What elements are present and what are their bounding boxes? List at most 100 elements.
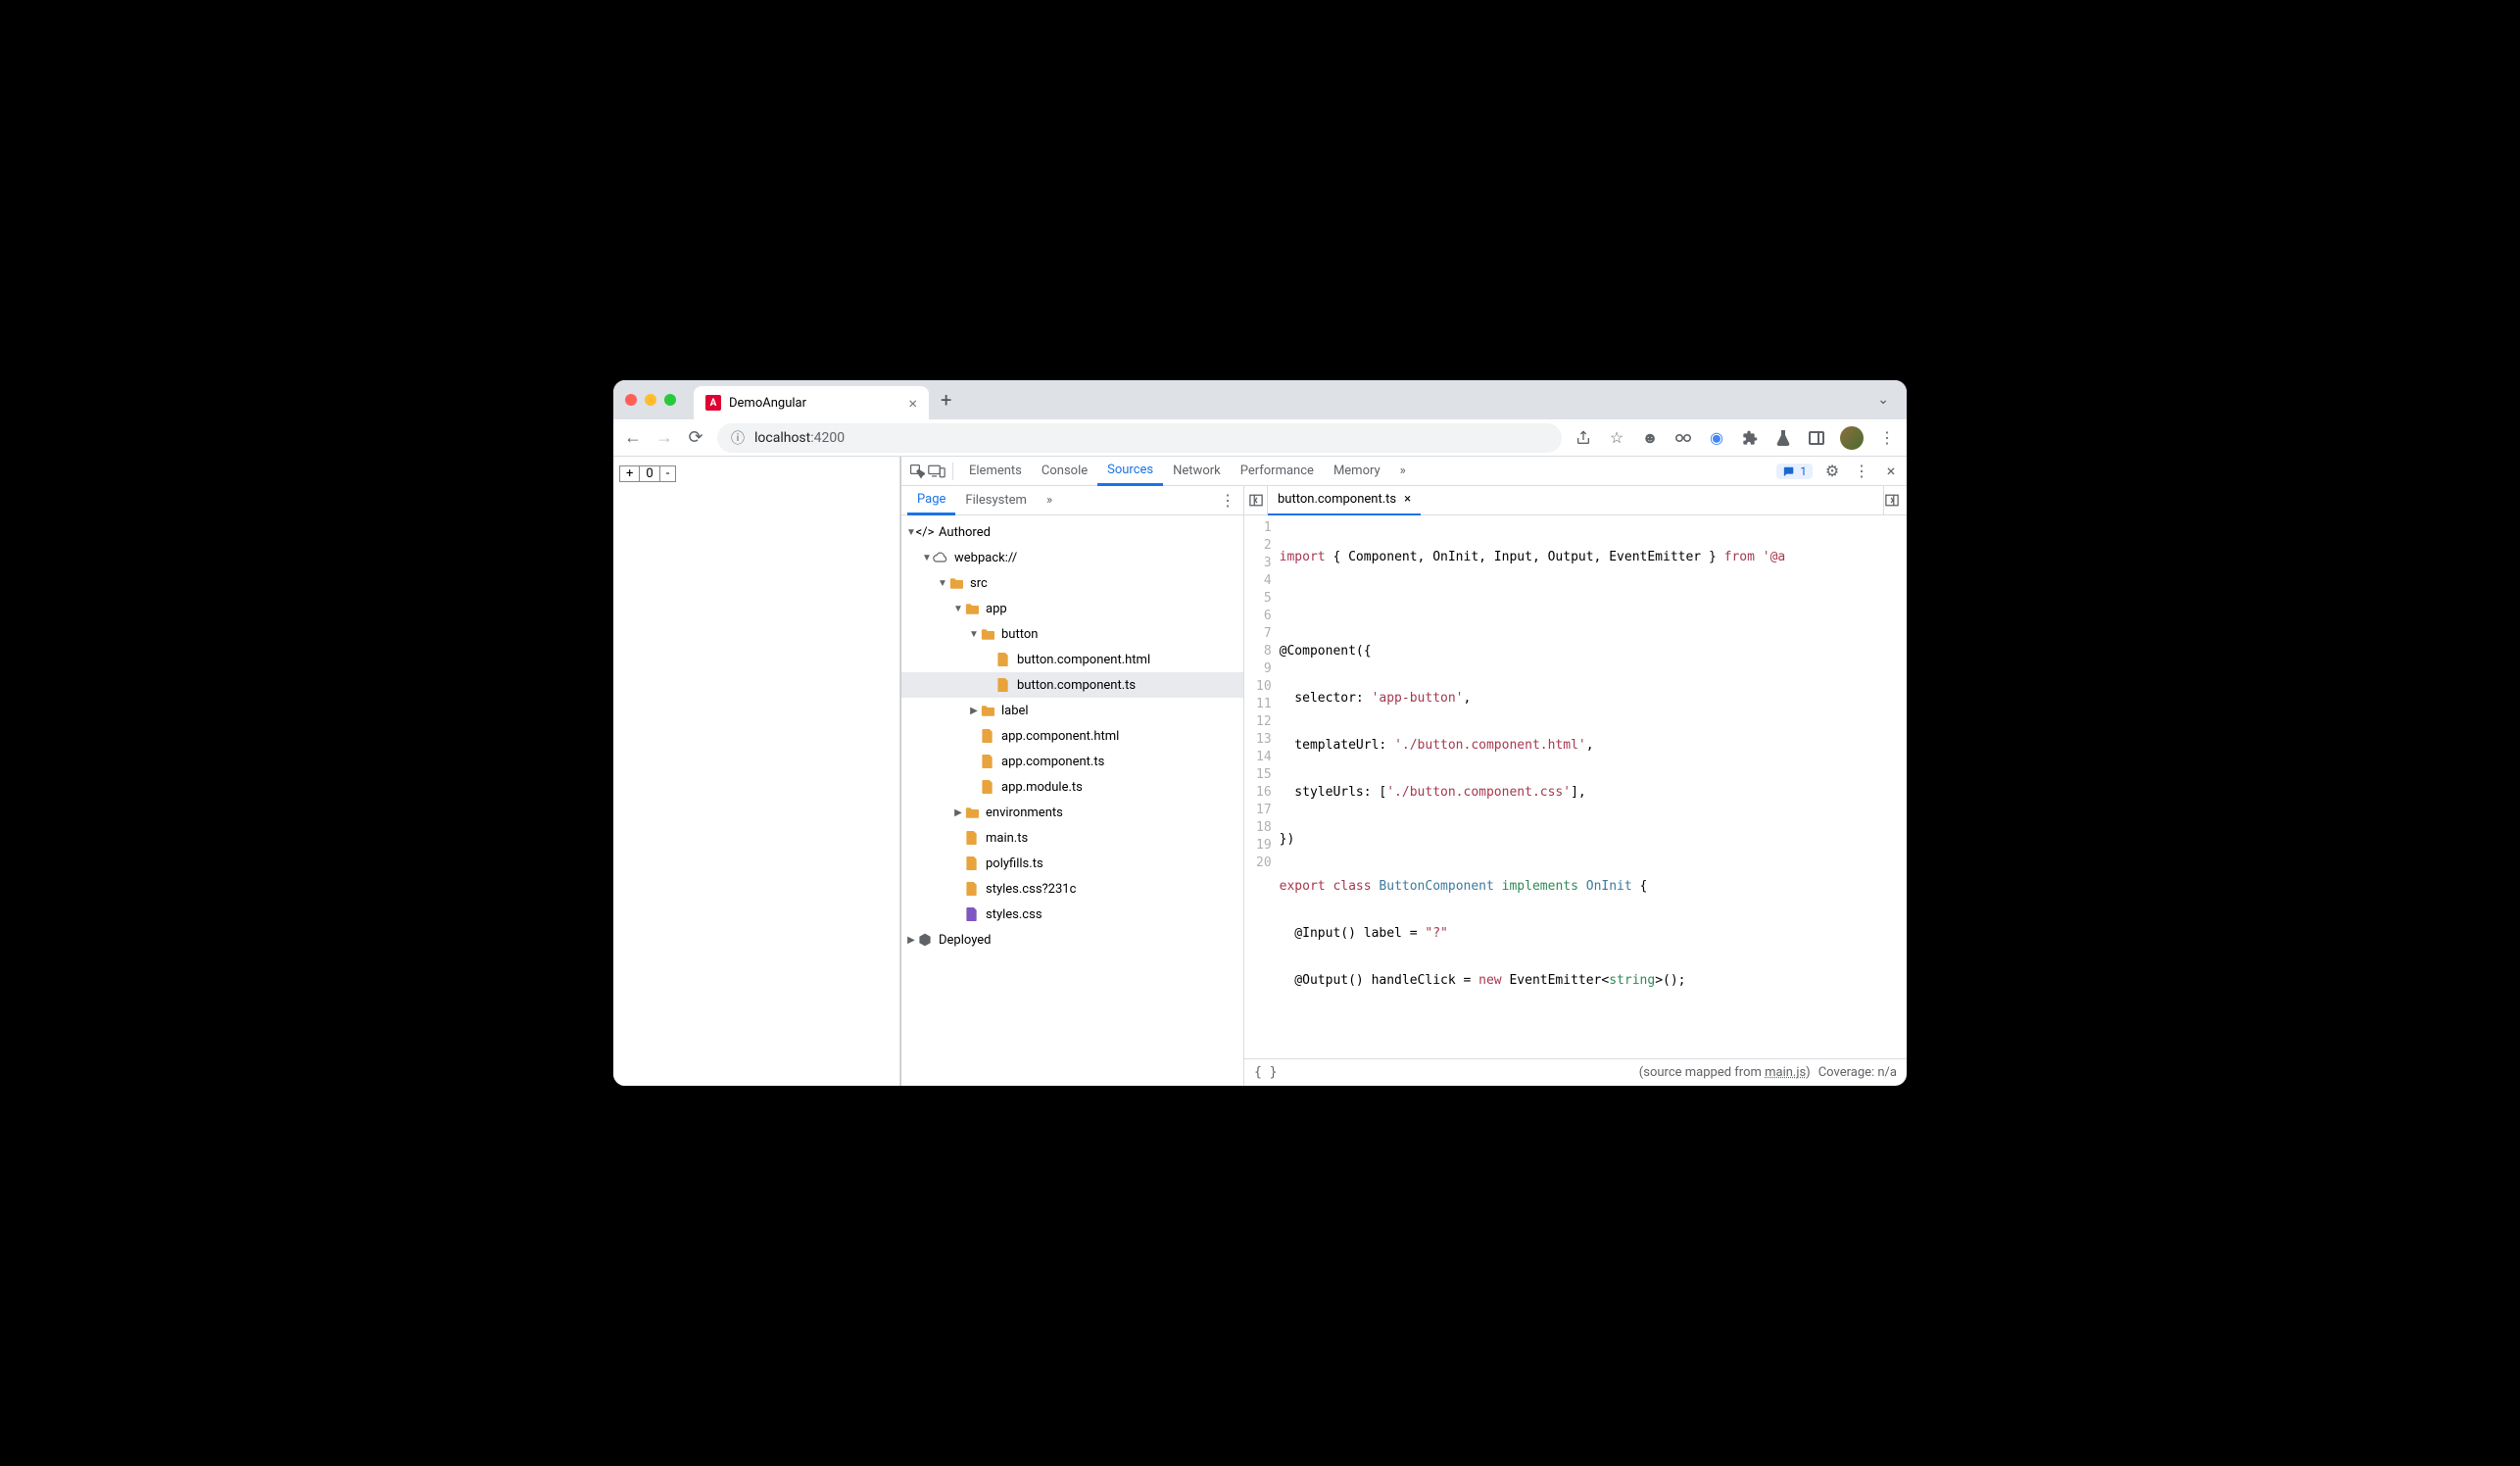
file-icon: [964, 906, 980, 922]
tree-environments[interactable]: ▶environments: [901, 800, 1243, 825]
close-window-button[interactable]: [625, 394, 637, 406]
maximize-window-button[interactable]: [664, 394, 676, 406]
close-editor-tab-icon[interactable]: ×: [1404, 492, 1411, 507]
tab-console[interactable]: Console: [1032, 457, 1097, 486]
file-icon: [980, 728, 995, 744]
close-devtools-icon[interactable]: ×: [1881, 462, 1901, 481]
angular-favicon: A: [705, 395, 721, 411]
extension-icon-1[interactable]: ☻: [1640, 428, 1660, 448]
navigator-tabs: Page Filesystem » ⋮: [901, 486, 1243, 515]
tab-network[interactable]: Network: [1163, 457, 1231, 486]
tree-main-ts[interactable]: main.ts: [901, 825, 1243, 851]
main-content: + 0 - Elements Console Sources Network P…: [613, 457, 1907, 1086]
tree-src[interactable]: ▼src: [901, 570, 1243, 596]
folder-icon: [964, 601, 980, 616]
tab-performance[interactable]: Performance: [1231, 457, 1324, 486]
browser-tab[interactable]: A DemoAngular ×: [694, 386, 929, 419]
tree-styles-q[interactable]: styles.css?231c: [901, 876, 1243, 902]
file-icon: [980, 754, 995, 769]
minimize-window-button[interactable]: [645, 394, 656, 406]
navigator-menu-icon[interactable]: ⋮: [1218, 491, 1237, 511]
editor-tab-active[interactable]: button.component.ts ×: [1268, 486, 1421, 515]
site-info-icon[interactable]: ⓘ: [731, 428, 745, 448]
tree-polyfills[interactable]: polyfills.ts: [901, 851, 1243, 876]
extension-icon-2[interactable]: [1673, 428, 1693, 448]
tree-button-html[interactable]: button.component.html: [901, 647, 1243, 672]
toggle-navigator-icon[interactable]: [1244, 486, 1268, 514]
issues-badge[interactable]: 1: [1776, 464, 1813, 479]
extensions-icon[interactable]: [1740, 428, 1760, 448]
counter-widget: + 0 -: [619, 465, 676, 482]
new-tab-button[interactable]: +: [941, 388, 951, 412]
reload-button[interactable]: ⟳: [686, 427, 705, 448]
tree-app[interactable]: ▼app: [901, 596, 1243, 621]
inspect-element-icon[interactable]: [907, 462, 927, 481]
sources-navigator: Page Filesystem » ⋮ ▼</>Authored ▼webpac…: [901, 486, 1244, 1086]
side-panel-icon[interactable]: [1807, 428, 1826, 448]
issues-count: 1: [1800, 464, 1807, 478]
folder-icon: [948, 575, 964, 591]
forward-button[interactable]: →: [654, 427, 674, 448]
tree-app-ts[interactable]: app.component.ts: [901, 749, 1243, 774]
toolbar: ← → ⟳ ⓘ localhost:4200 ☆ ☻ ◉ ⋮: [613, 419, 1907, 457]
toolbar-actions: ☆ ☻ ◉ ⋮: [1574, 426, 1897, 450]
tab-elements[interactable]: Elements: [959, 457, 1032, 486]
settings-icon[interactable]: ⚙: [1822, 462, 1842, 481]
share-icon[interactable]: [1574, 428, 1593, 448]
devtools-body: Page Filesystem » ⋮ ▼</>Authored ▼webpac…: [901, 486, 1907, 1086]
code-editor[interactable]: 1234567891011121314151617181920 import {…: [1244, 515, 1907, 1058]
devtools-tab-bar: Elements Console Sources Network Perform…: [901, 457, 1907, 486]
tree-app-module[interactable]: app.module.ts: [901, 774, 1243, 800]
file-icon: [964, 881, 980, 897]
url-host: localhost: [754, 430, 810, 446]
nav-tab-filesystem[interactable]: Filesystem: [955, 486, 1037, 515]
source-map-link[interactable]: main.js: [1765, 1065, 1806, 1080]
labs-icon[interactable]: [1773, 428, 1793, 448]
tab-more[interactable]: »: [1390, 457, 1416, 486]
extension-icon-3[interactable]: ◉: [1707, 428, 1726, 448]
minus-button[interactable]: -: [660, 466, 676, 481]
file-icon: [964, 855, 980, 871]
chrome-menu-icon[interactable]: ⋮: [1877, 428, 1897, 448]
profile-avatar[interactable]: [1840, 426, 1864, 450]
coverage-info: Coverage: n/a: [1818, 1065, 1897, 1080]
code-icon: </>: [917, 524, 933, 540]
devtools-panel: Elements Console Sources Network Perform…: [900, 457, 1907, 1086]
tree-label-folder[interactable]: ▶label: [901, 698, 1243, 723]
back-button[interactable]: ←: [623, 427, 643, 448]
nav-tab-page[interactable]: Page: [907, 486, 955, 515]
toggle-debugger-icon[interactable]: [1883, 486, 1907, 514]
tree-deployed[interactable]: ▶Deployed: [901, 927, 1243, 953]
editor-tab-filename: button.component.ts: [1278, 492, 1396, 507]
tab-sources[interactable]: Sources: [1097, 457, 1163, 486]
tab-search-button[interactable]: ⌄: [1877, 392, 1895, 408]
file-icon: [980, 779, 995, 795]
address-bar[interactable]: ⓘ localhost:4200: [717, 423, 1562, 453]
line-gutter: 1234567891011121314151617181920: [1244, 515, 1280, 1058]
tree-app-html[interactable]: app.component.html: [901, 723, 1243, 749]
bookmark-icon[interactable]: ☆: [1607, 428, 1626, 448]
pretty-print-icon[interactable]: { }: [1254, 1065, 1277, 1080]
device-toolbar-icon[interactable]: [927, 462, 946, 481]
webpage-viewport: + 0 -: [613, 457, 900, 1086]
tab-title: DemoAngular: [729, 396, 806, 411]
tree-styles-css[interactable]: styles.css: [901, 902, 1243, 927]
tree-button-folder[interactable]: ▼button: [901, 621, 1243, 647]
source-map-info: (source mapped from main.js): [1639, 1065, 1811, 1080]
url-port: :4200: [810, 430, 845, 446]
tab-memory[interactable]: Memory: [1324, 457, 1390, 486]
close-tab-icon[interactable]: ×: [908, 394, 917, 413]
plus-button[interactable]: +: [620, 466, 640, 481]
editor-tab-bar: button.component.ts ×: [1244, 486, 1907, 515]
tree-button-ts[interactable]: button.component.ts: [901, 672, 1243, 698]
tree-webpack[interactable]: ▼webpack://: [901, 545, 1243, 570]
devtools-menu-icon[interactable]: ⋮: [1852, 462, 1871, 481]
deployed-icon: [917, 932, 933, 948]
file-icon: [995, 652, 1011, 667]
tree-authored[interactable]: ▼</>Authored: [901, 519, 1243, 545]
folder-icon: [980, 703, 995, 718]
source-code: import { Component, OnInit, Input, Outpu…: [1280, 515, 1786, 1058]
editor-pane: button.component.ts × 123456789101112131…: [1244, 486, 1907, 1086]
folder-icon: [980, 626, 995, 642]
nav-tab-more[interactable]: »: [1037, 486, 1062, 515]
